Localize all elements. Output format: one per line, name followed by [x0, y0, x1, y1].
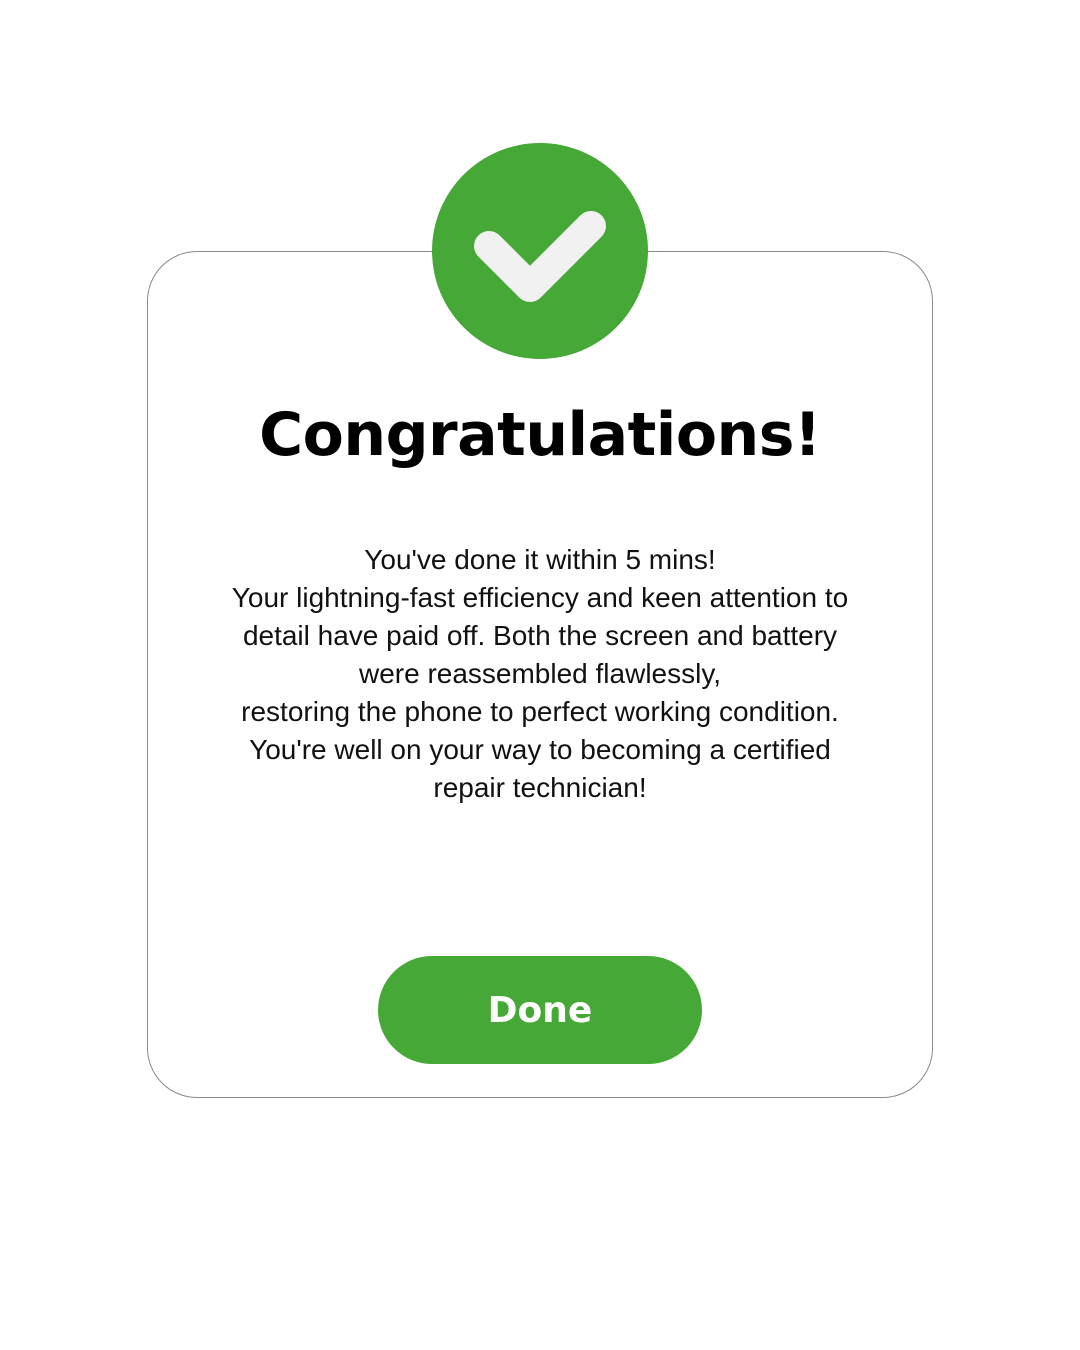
success-screen: Congratulations! You've done it within 5… [0, 0, 1080, 1350]
dialog-message: You've done it within 5 mins! Your light… [190, 541, 890, 807]
checkmark-icon [474, 211, 606, 302]
message-line: restoring the phone to perfect working c… [241, 696, 839, 727]
message-line: detail have paid off. Both the screen an… [242, 620, 838, 651]
message-line: Your lightning-fast efficiency and keen … [231, 582, 849, 613]
message-line: You're well on your way to becoming a ce… [249, 734, 831, 765]
message-line: repair technician! [433, 772, 647, 803]
dialog-title: Congratulations! [259, 400, 821, 470]
done-button[interactable]: Done [378, 956, 702, 1064]
message-line: You've done it within 5 mins! [364, 544, 716, 575]
success-badge [432, 143, 648, 359]
message-line: were reassembled flawlessly, [358, 658, 722, 689]
